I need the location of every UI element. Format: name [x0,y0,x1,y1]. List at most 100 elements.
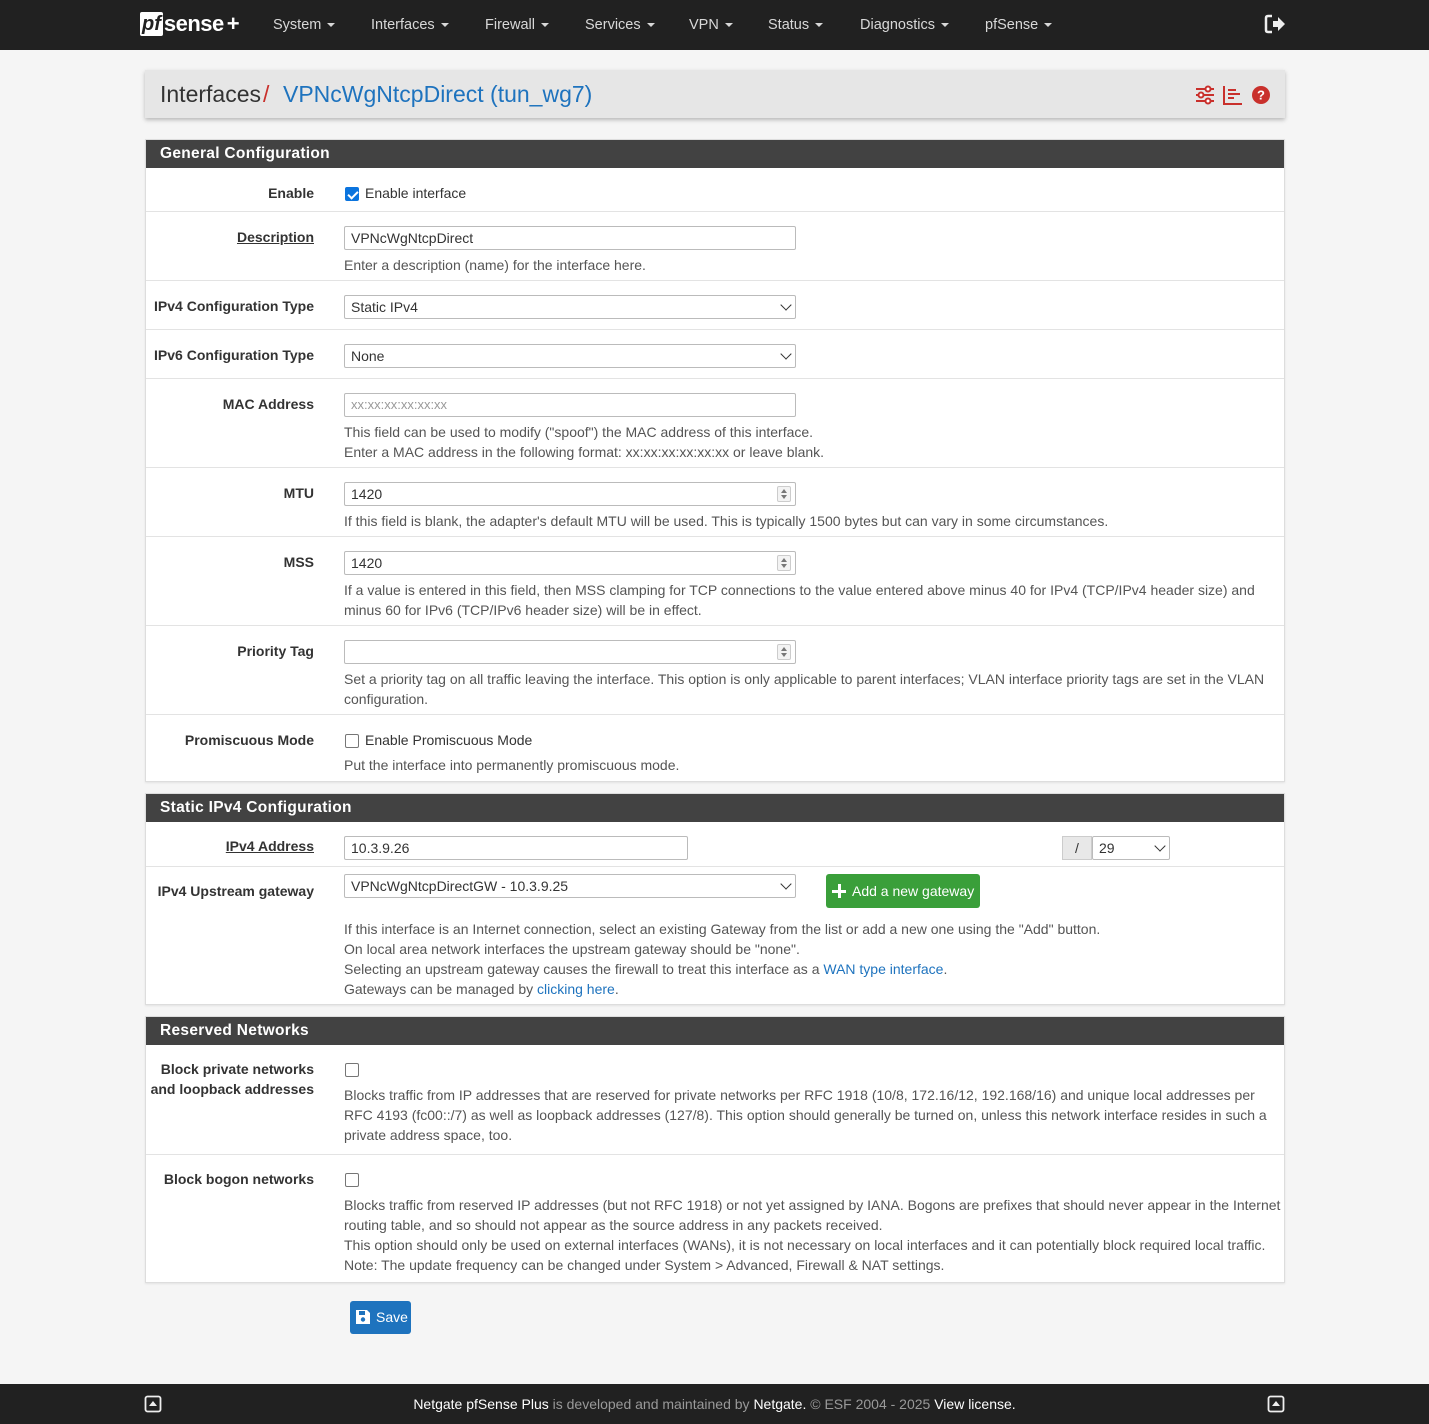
chevron-down-icon [780,348,792,360]
mac-help-1: This field can be used to modify ("spoof… [344,424,814,440]
promisc-checkbox-label[interactable]: Enable Promiscuous Mode [365,730,532,750]
view-license-link[interactable]: View license. [934,1396,1015,1412]
ipv4-type-label: IPv4 Configuration Type [154,298,314,314]
nav-interfaces[interactable]: Interfaces [371,0,449,50]
floppy-disk-icon [356,1310,370,1324]
nav-diagnostics[interactable]: Diagnostics [860,0,949,50]
reserved-networks-panel: Reserved Networks Block private networks… [145,1016,1285,1283]
mac-help-2: Enter a MAC address in the following for… [344,444,825,460]
gateway-help-1: If this interface is an Internet connect… [344,921,1101,937]
mtu-help: If this field is blank, the adapter's de… [344,513,1109,529]
mss-input[interactable]: 1420 [344,551,796,575]
block-bogon-checkbox[interactable] [345,1173,359,1187]
ipv4-address-label: IPv4 Address [225,838,314,854]
enable-checkbox-label[interactable]: Enable interface [365,183,466,203]
promisc-row: Promiscuous Mode Enable Promiscuous Mode… [146,714,1284,782]
ipv4-type-select[interactable]: Static IPv4 [344,295,796,319]
block-private-help-2: RFC 4193 (fc00::/7) as well as loopback … [344,1107,1267,1123]
logo-sense: sense [163,11,224,36]
block-private-help-1: Blocks traffic from IP addresses that ar… [344,1087,1255,1103]
caret-down-icon [815,23,824,28]
caret-down-icon [540,23,549,28]
manage-gateways-link[interactable]: clicking here [537,981,615,997]
gateway-label: IPv4 Upstream gateway [157,883,314,899]
mss-value: 1420 [351,555,383,571]
promisc-label: Promiscuous Mode [184,732,314,748]
block-bogon-label: Block bogon networks [163,1171,314,1187]
nav-pfsense[interactable]: pfSense [985,0,1053,50]
promisc-checkbox[interactable] [345,734,359,748]
description-input[interactable]: VPNcWgNtcpDirect [344,226,796,250]
block-bogon-help-4: Note: The update frequency can be change… [344,1257,945,1273]
mss-help-2: minus 60 for IPv6 (TCP/IPv6 header size)… [344,602,702,618]
ipv4-address-input[interactable]: 10.3.9.26 [344,836,688,860]
caret-down-icon [724,23,733,28]
promisc-help: Put the interface into permanently promi… [344,757,680,773]
breadcrumb-parent[interactable]: Interfaces [160,81,261,108]
footer-company-link[interactable]: Netgate. [753,1396,806,1412]
enable-label: Enable [268,185,314,201]
nav-firewall[interactable]: Firewall [485,0,549,50]
bar-chart-icon[interactable] [1222,84,1244,106]
general-configuration-panel: General Configuration Enable Enable inte… [145,139,1285,782]
question-circle-icon[interactable]: ? [1250,84,1272,106]
sliders-icon[interactable] [1194,84,1216,106]
nav-status[interactable]: Status [768,0,824,50]
gateway-value: VPNcWgNtcpDirectGW - 10.3.9.25 [351,878,569,894]
ipv6-type-row: IPv6 Configuration Type None [146,329,1284,378]
nav-label: Diagnostics [860,17,935,33]
sign-out-icon[interactable] [1264,13,1286,35]
nav-label: pfSense [985,17,1039,33]
mtu-input[interactable]: 1420 [344,482,796,506]
nav-label: System [273,17,322,33]
wan-type-interface-link[interactable]: WAN type interface [823,961,943,977]
panel-heading: Static IPv4 Configuration [146,794,1284,822]
breadcrumb-separator: / [263,81,270,107]
block-private-checkbox[interactable] [345,1063,359,1077]
enable-checkbox[interactable] [345,187,359,201]
priority-help-2: configuration. [344,691,429,707]
svg-text:?: ? [1257,88,1265,103]
pfsense-logo[interactable]: pf sense + [140,11,240,37]
static-ipv4-panel: Static IPv4 Configuration IPv4 Address 1… [145,793,1285,1005]
nav-system[interactable]: System [273,0,336,50]
ipv6-type-select[interactable]: None [344,344,796,368]
spinner-icon[interactable] [777,555,791,571]
gateway-help-3-end: . [943,961,948,977]
caret-down-icon [940,23,949,28]
gateway-row: IPv4 Upstream gateway VPNcWgNtcpDirectGW… [146,866,1284,1005]
mtu-row: MTU 1420 If this field is blank, the ada… [146,467,1284,536]
scroll-top-icon[interactable] [1267,1395,1285,1413]
priority-input[interactable] [344,640,796,664]
gateway-help-3: Selecting an upstream gateway causes the… [344,959,947,979]
nav-label: Status [768,17,810,33]
block-private-help-3: private address space, too. [344,1127,513,1143]
description-label: Description [236,229,314,245]
nav-vpn[interactable]: VPN [689,0,733,50]
mtu-value: 1420 [351,486,383,502]
spinner-icon[interactable] [777,486,791,502]
mac-input[interactable]: xx:xx:xx:xx:xx:xx [344,393,796,417]
ipv6-type-label: IPv6 Configuration Type [154,347,314,363]
caret-down-icon [440,23,449,28]
chevron-down-icon [780,878,792,890]
priority-label: Priority Tag [237,643,314,659]
gateway-help-4-end: . [614,981,619,997]
cidr-select[interactable]: 29 [1092,836,1170,860]
cidr-value: 29 [1099,840,1115,856]
mss-label: MSS [283,554,314,570]
save-button[interactable]: Save [350,1301,411,1334]
gateway-select[interactable]: VPNcWgNtcpDirectGW - 10.3.9.25 [344,874,796,898]
spinner-icon[interactable] [777,644,791,660]
add-gateway-button[interactable]: Add a new gateway [826,874,981,908]
block-private-row: Block private networks and loopback addr… [146,1045,1284,1154]
footer-middle: is developed and maintained by [548,1396,754,1412]
nav-services[interactable]: Services [585,0,655,50]
breadcrumb-current[interactable]: VPNcWgNtcpDirect (tun_wg7) [283,81,592,108]
chevron-down-icon [780,299,792,311]
scroll-top-icon[interactable] [144,1395,162,1413]
nav-label: Services [585,17,641,33]
nav-label: Firewall [485,17,535,33]
mac-label: MAC Address [222,396,314,412]
gateway-help-2: On local area network interfaces the ups… [344,941,800,957]
